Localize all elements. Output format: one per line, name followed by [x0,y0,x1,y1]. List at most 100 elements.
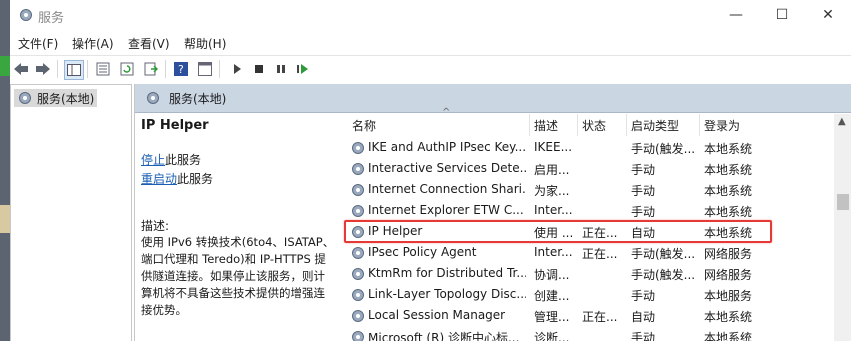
maximize-button[interactable]: ☐ [759,0,805,30]
service-name-cell: Internet Connection Shari... [368,182,526,196]
column-header-name[interactable]: 名称 [348,114,530,136]
table-row[interactable]: IPsec Policy Agent Inter... 正在... 手动(触发... 网… [348,242,826,263]
services-window: 服务 — ☐ ✕ 文件(F) 操作(A) 查看(V) 帮助(H) ? 服务(本地… [10,0,851,341]
service-gear-icon [352,268,364,280]
menu-view[interactable]: 查看(V) [128,35,170,52]
service-gear-icon [352,205,364,217]
properties-icon[interactable] [94,60,112,78]
service-name-cell: Internet Explorer ETW C... [368,203,524,217]
service-desc-cell: 诊断... [534,331,570,341]
restart-suffix: 此服务 [177,172,214,186]
service-gear-icon [352,142,364,154]
column-header-description[interactable]: 描述 [530,114,578,136]
restart-service-link[interactable]: 重启动 [141,172,177,186]
service-logon-cell: 本地系统 [704,310,753,324]
svg-text:?: ? [178,63,184,76]
menu-bar: 文件(F) 操作(A) 查看(V) 帮助(H) [10,32,851,52]
column-header-startup[interactable]: 启动类型 [627,114,700,136]
services-gear-icon [19,92,31,104]
services-gear-icon [147,92,159,104]
close-button[interactable]: ✕ [805,0,851,30]
service-gear-icon [352,331,364,341]
stop-service-icon[interactable] [250,60,268,78]
restart-service-line: 重启动此服务 [141,170,341,187]
scrollbar-thumb[interactable] [837,194,849,210]
table-row[interactable]: IP Helper 使用 ... 正在... 自动 本地系统 [344,220,826,243]
tree-item-services-local[interactable]: 服务(本地) [14,89,98,107]
highlight-box [344,220,772,243]
service-name-cell: Interactive Services Dete... [368,161,526,175]
start-service-icon[interactable] [228,60,246,78]
column-header-status[interactable]: 状态 [578,114,627,136]
service-description-pane: IP Helper 停止此服务 重启动此服务 描述: 使用 IPv6 转换技术(… [141,118,341,338]
service-startup-cell: 手动(触发... [631,247,696,261]
description-line: 端口代理和 Teredo)和 IP-HTTPS 提 [141,252,326,266]
help-icon[interactable]: ? [172,60,190,78]
service-gear-icon [352,184,364,196]
description-line: 使用 IPv6 转换技术(6to4、ISATAP、 [141,235,335,249]
menu-action[interactable]: 操作(A) [72,35,114,52]
column-header-logon[interactable]: 登录为 [700,114,776,136]
description-line: 算机将不具备这些技术提供的增强连 [141,286,325,300]
show-tree-icon[interactable] [64,60,84,80]
stop-suffix: 此服务 [165,153,202,167]
service-desc-cell: 协调... [534,268,570,282]
back-icon[interactable] [12,60,30,78]
service-gear-icon [352,310,364,322]
service-startup-cell: 手动 [631,163,656,177]
service-status-cell: 正在... [582,247,618,261]
title-bar: 服务 — ☐ ✕ [10,0,851,30]
refresh-icon[interactable] [118,60,136,78]
desktop-background [0,0,10,341]
stop-service-link[interactable]: 停止 [141,153,165,167]
service-startup-cell: 手动 [631,184,656,198]
toolbar: ? [10,55,851,82]
service-logon-cell: 网络服务 [704,247,753,261]
toolbar-separator [57,60,58,78]
table-row[interactable]: KtmRm for Distributed Tr... 协调... 手动(触发...… [348,263,826,284]
service-logon-cell: 本地系统 [704,184,753,198]
pause-service-icon[interactable] [272,60,290,78]
service-desc-cell: Inter... [534,203,573,217]
export-icon[interactable] [142,60,160,78]
table-row[interactable]: IKE and AuthIP IPsec Key... IKEE... 手动(触发.… [348,137,826,158]
service-startup-cell: 自动 [631,310,656,324]
service-startup-cell: 手动 [631,289,656,303]
menu-help[interactable]: 帮助(H) [184,35,226,52]
service-list: ^ 名称 描述 状态 启动类型 登录为 IKE and AuthIP IPsec… [344,107,851,341]
table-row[interactable]: Internet Connection Shari... 为家... 手动 本地系统 [348,179,826,200]
service-logon-cell: 网络服务 [704,268,753,282]
service-desc-cell: 启用... [534,163,570,177]
scroll-up-icon[interactable]: ▲ [838,116,846,127]
vertical-scrollbar[interactable]: ▲ [834,114,851,341]
table-row[interactable]: Link-Layer Topology Disc... 创建... 手动 本地服务 [348,284,826,305]
table-row[interactable]: Interactive Services Dete... 启用... 手动 本地系统 [348,158,826,179]
tree-pane: 服务(本地) [10,84,132,341]
service-logon-cell: 本地系统 [704,331,753,341]
table-row[interactable]: Local Session Manager 管理... 正在... 自动 本地系统 [348,305,826,326]
tree-item-label: 服务(本地) [37,91,95,106]
service-name-cell: IPsec Policy Agent [368,245,477,259]
toolbar-separator [165,60,166,78]
minimize-button[interactable]: — [713,0,759,30]
stop-service-line: 停止此服务 [141,151,341,168]
console-icon[interactable] [196,60,214,78]
forward-icon[interactable] [34,60,52,78]
desktop-fragment [0,56,10,76]
service-name-cell: Microsoft (R) 诊断中心标... [368,331,520,341]
services-gear-icon [20,9,32,21]
description-line: 接优势。 [141,303,187,317]
panel-header: 服务(本地) [135,84,851,113]
service-gear-icon [352,289,364,301]
description-text: 使用 IPv6 转换技术(6to4、ISATAP、 端口代理和 Teredo)和… [141,234,341,319]
service-gear-icon [352,247,364,259]
service-startup-cell: 手动(触发... [631,268,696,282]
menu-file[interactable]: 文件(F) [18,35,58,52]
window-title: 服务 [38,11,65,26]
table-row[interactable]: Internet Explorer ETW C... Inter... 手动 本地系统 [348,200,826,221]
panel-header-title: 服务(本地) [169,91,227,106]
main-pane: 服务(本地) IP Helper 停止此服务 重启动此服务 描述: 使用 IPv… [134,84,851,341]
restart-service-icon[interactable] [294,60,312,78]
table-row[interactable]: Microsoft (R) 诊断中心标... 诊断... 手动 本地系统 [348,326,826,341]
service-logon-cell: 本地系统 [704,163,753,177]
